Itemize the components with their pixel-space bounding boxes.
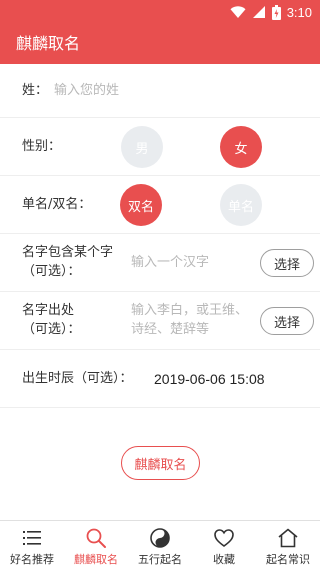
gender-row: 性别： 男 女 <box>0 118 320 176</box>
birth-time-row[interactable]: 出生时辰（可选）： 2019-06-06 15:08 <box>0 350 320 408</box>
search-icon <box>86 528 106 548</box>
signal-icon <box>252 6 265 18</box>
list-icon <box>23 531 41 545</box>
birth-time-label: 出生时辰（可选）： <box>22 371 133 386</box>
app-bar: 麒麟取名 <box>0 24 320 64</box>
name-source-choose-button[interactable]: 选择 <box>260 307 314 335</box>
name-length-label: 单名/双名： <box>22 197 92 212</box>
status-bar: 3:10 <box>0 0 320 24</box>
battery-icon <box>271 4 281 20</box>
surname-label: 姓： <box>22 83 49 98</box>
birth-time-value[interactable]: 2019-06-06 15:08 <box>154 370 265 388</box>
gender-female-option[interactable]: 女 <box>220 126 262 168</box>
nav-label-five-elements: 五行起名 <box>138 553 182 566</box>
nav-label-naming-knowledge: 起名常识 <box>266 553 310 566</box>
include-char-label-line2: （可选）： <box>22 264 81 279</box>
include-char-input[interactable]: 输入一个汉字 <box>131 254 209 272</box>
name-source-label-line1: 名字出处 <box>22 303 75 318</box>
double-name-option[interactable]: 双名 <box>120 184 162 226</box>
nav-item-qilin-naming[interactable]: 麒麟取名 <box>64 521 128 568</box>
nav-label-favorites: 收藏 <box>213 553 235 566</box>
name-source-row: 名字出处 （可选）： 输入李白，或王维、 诗经、楚辞等 选择 <box>0 292 320 350</box>
nav-item-five-elements[interactable]: 五行起名 <box>128 521 192 568</box>
nav-label-recommend: 好名推荐 <box>10 553 54 566</box>
include-char-label-line1: 名字包含某个字 <box>22 245 114 260</box>
yin-yang-icon <box>150 528 170 548</box>
name-source-input-line1[interactable]: 输入李白，或王维、 <box>131 302 248 320</box>
nav-item-naming-knowledge[interactable]: 起名常识 <box>256 521 320 568</box>
name-source-label-line2: （可选）： <box>22 322 81 337</box>
surname-input[interactable]: 输入您的姓 <box>54 82 119 100</box>
status-time: 3:10 <box>286 4 312 20</box>
name-source-input-line2[interactable]: 诗经、楚辞等 <box>131 321 209 339</box>
home-icon <box>278 528 298 548</box>
name-length-row: 单名/双名： 双名 单名 <box>0 176 320 234</box>
nav-item-favorites[interactable]: 收藏 <box>192 521 256 568</box>
nav-label-qilin-naming: 麒麟取名 <box>74 553 118 566</box>
nav-item-recommend[interactable]: 好名推荐 <box>0 521 64 568</box>
include-char-choose-button[interactable]: 选择 <box>260 249 314 277</box>
include-char-row: 名字包含某个字 （可选）： 输入一个汉字 选择 <box>0 234 320 292</box>
generate-name-button[interactable]: 麒麟取名 <box>121 446 200 480</box>
status-icons: 3:10 <box>230 4 312 20</box>
bottom-nav: 好名推荐 麒麟取名 五行起名 收藏 起名常识 <box>0 520 320 568</box>
gender-label: 性别： <box>22 139 62 154</box>
gender-male-option[interactable]: 男 <box>121 126 163 168</box>
wifi-icon <box>230 6 246 18</box>
app-title: 麒麟取名 <box>16 34 81 53</box>
single-name-option[interactable]: 单名 <box>220 184 262 226</box>
heart-icon <box>214 529 234 547</box>
surname-row: 姓： 输入您的姓 <box>0 64 320 118</box>
